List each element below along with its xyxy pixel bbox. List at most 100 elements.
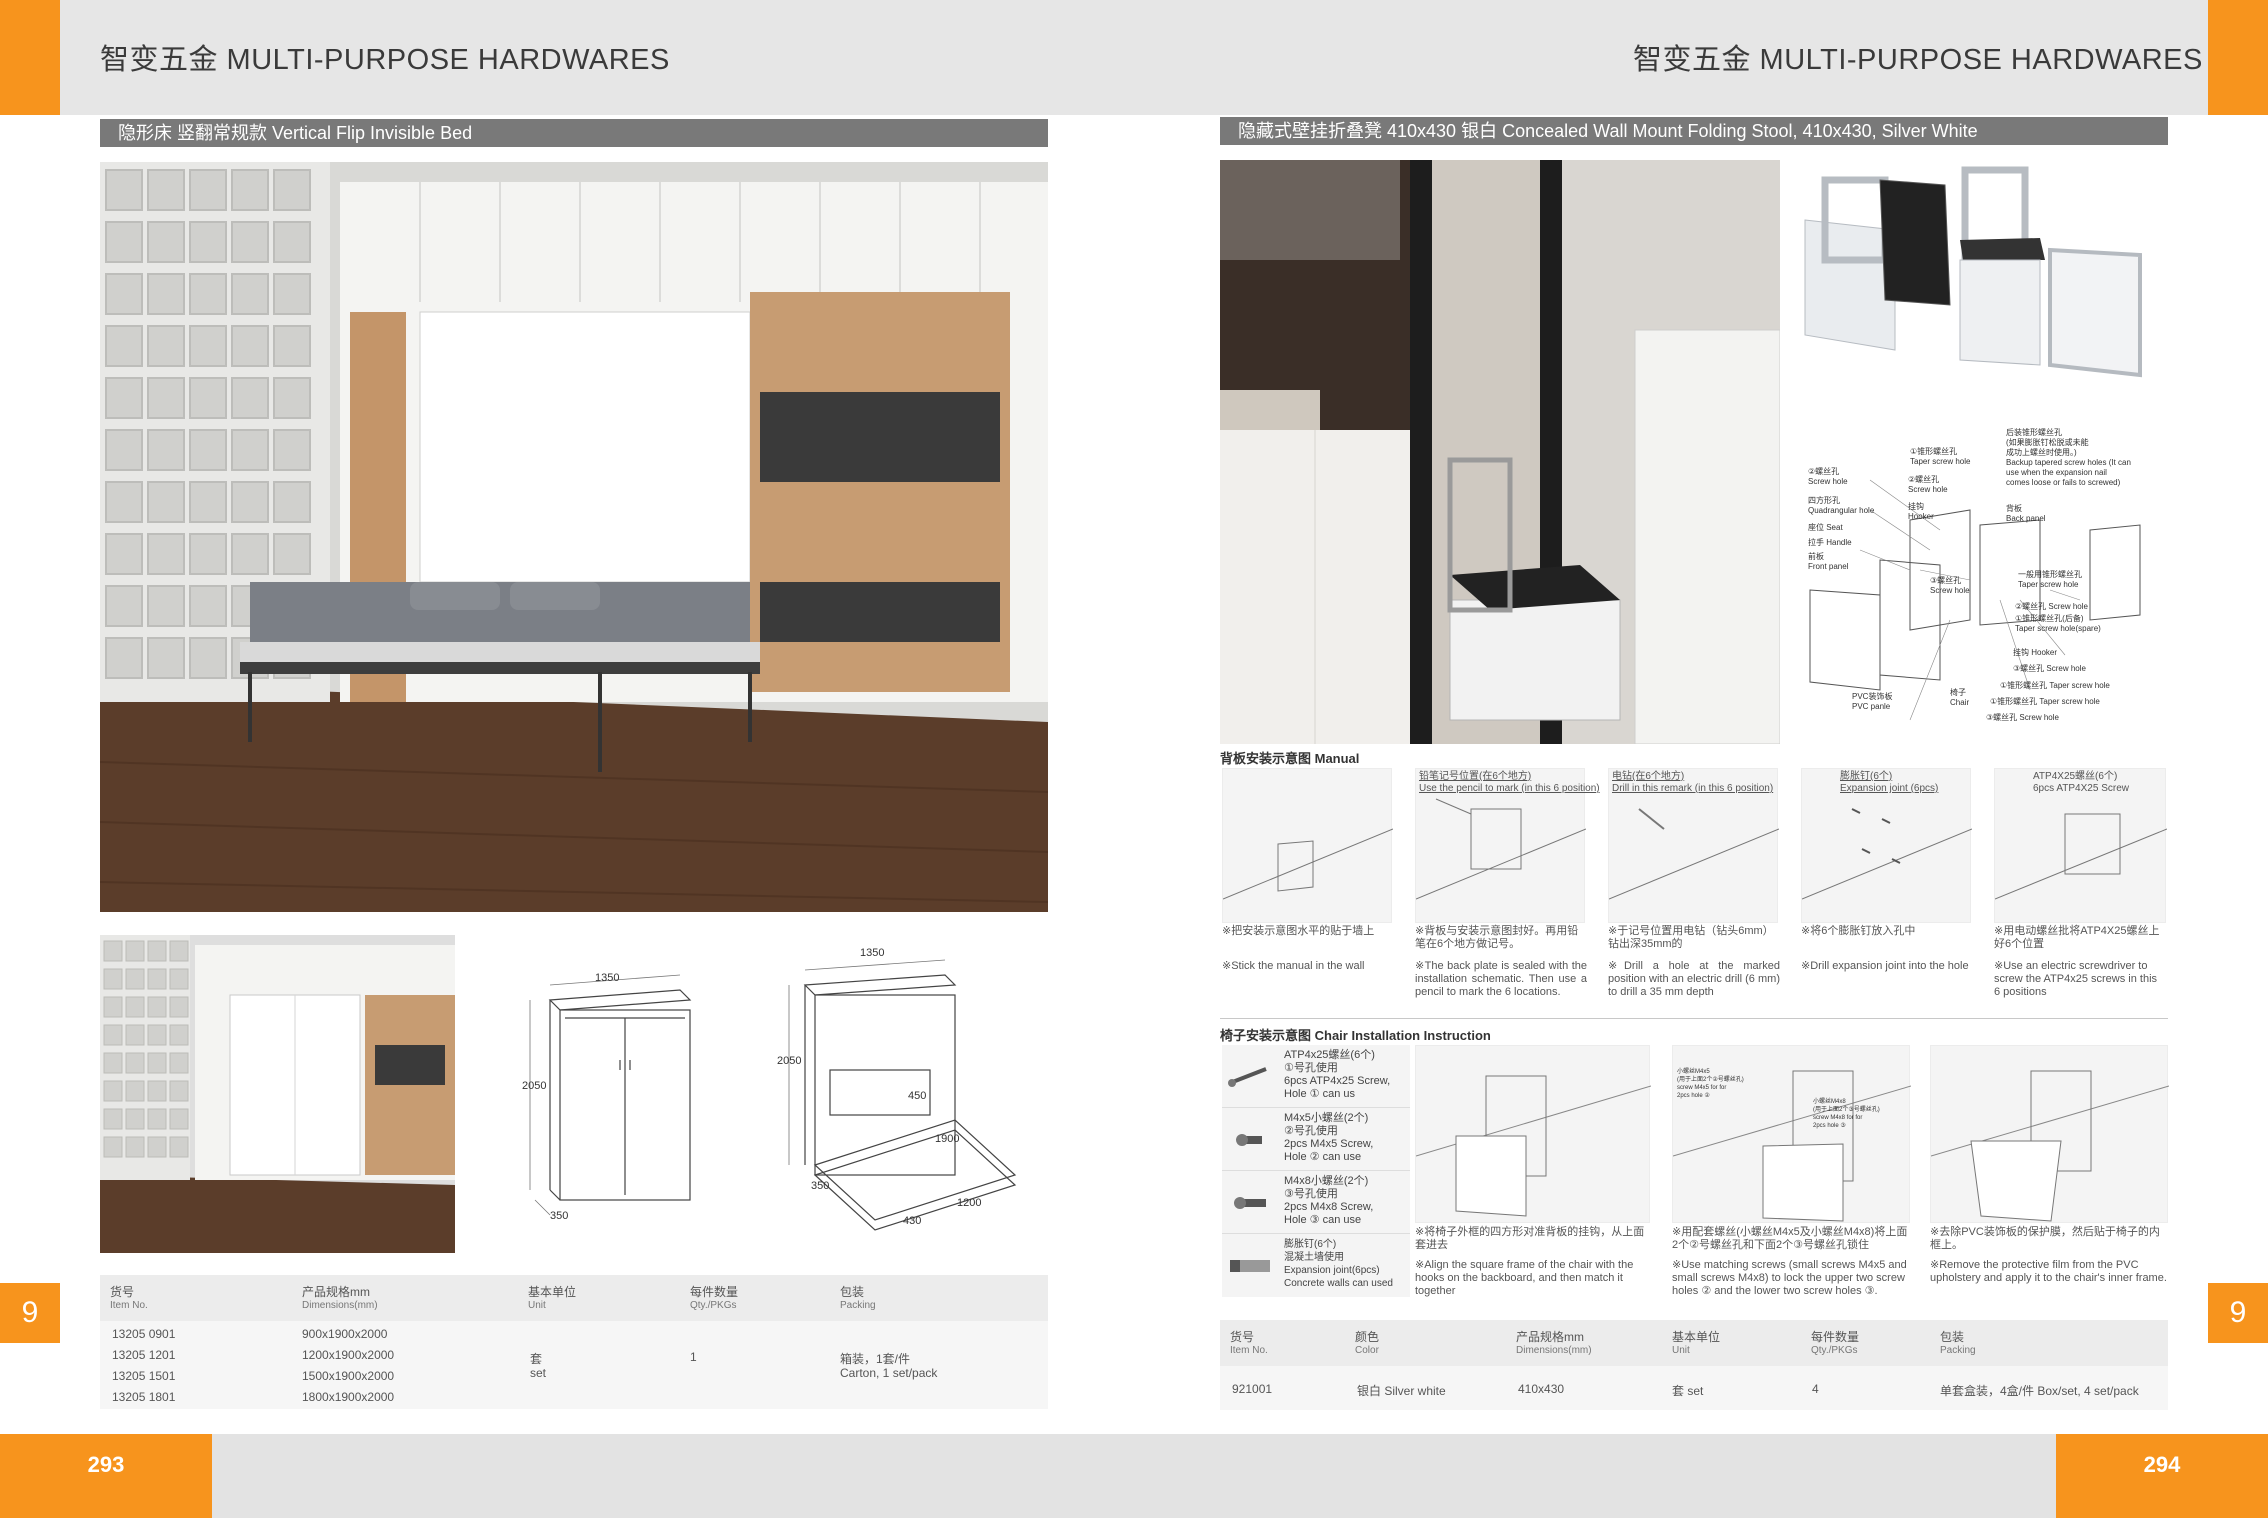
manual-step-3-top: 电钻(在6个地方) Drill in this remark (in this … [1612, 771, 1774, 794]
label-taper-1b: ①锥形螺丝孔 Taper screw hole [1990, 697, 2100, 706]
closed-height-label: 2050 [522, 1080, 547, 1092]
open-width-label: 1350 [860, 947, 885, 959]
chair-step-2-note-2: 小螺丝M4x8 (用于上面2个③号螺丝孔) screw M4x8 for for… [1813, 1099, 1880, 1129]
header-title-left: 智变五金 MULTI-PURPOSE HARDWARES [100, 44, 670, 76]
manual-step-2-image: 铅笔记号位置(在6个地方) Use the pencil to mark (in… [1415, 768, 1600, 923]
manual-step-4-cn: ※将6个膨胀钉放入孔中 [1801, 925, 1916, 937]
col-qty: 每件数量 Qty./PKGs [690, 1285, 739, 1311]
stool-exploded-diagram: ①锥形螺丝孔 Taper screw hole 后装锥形螺丝孔 (如果膨胀钉松脱… [1800, 420, 2168, 730]
label-screw-hole-2b: ②螺丝孔 Screw hole [1908, 475, 1948, 494]
chair-step-1-cn: ※将椅子外框的四方形对准背板的挂钩，从上面套进去 [1415, 1226, 1645, 1251]
right-section-title: 隐藏式壁挂折叠凳 410x430 银白 Concealed Wall Mount… [1220, 117, 2168, 145]
label-taper-spare: ①锥形螺丝孔(后备) Taper screw hole(spare) [2015, 614, 2101, 633]
left-corner-tab [0, 0, 60, 115]
screw-row: M4x8小螺丝(2个) ③号孔使用 2pcs M4x8 Screw, Hole … [1222, 1171, 1410, 1234]
manual-step-1-image [1222, 768, 1394, 923]
manual-title: 背板安装示意图 Manual [1220, 751, 1360, 766]
screw-row: M4x5小螺丝(2个) ②号孔使用 2pcs M4x5 Screw, Hole … [1222, 1108, 1410, 1171]
label-screw-hole-3b: ③螺丝孔 Screw hole [2013, 664, 2086, 673]
table-row-dim: 900x1900x2000 [302, 1327, 388, 1341]
manual-step-2-en: ※The back plate is sealed with the insta… [1415, 960, 1587, 998]
chair-step-2-cn: ※用配套螺丝(小螺丝M4x5及小螺丝M4x8)将上面2个②号螺丝孔和下面2个③号… [1672, 1226, 1908, 1251]
left-page-number: 293 [0, 1434, 212, 1518]
table-row-packing: 单套盒装，4盒/件 Box/set, 4 set/pack [1940, 1384, 2139, 1398]
table-row-item: 13205 1501 [112, 1369, 176, 1383]
right-table-header: 货号 Item No. 颜色 Color 产品规格mm Dimensions(mm) … [1220, 1320, 2168, 1366]
col-color: 颜色 Color [1355, 1330, 1380, 1356]
col-unit: 基本单位 Unit [528, 1285, 577, 1311]
label-quad-hole: 四方形孔 Quadrangular hole [1808, 496, 1875, 515]
manual-step-4-top: 膨胀钉(6个) Expansion joint (6pcs) [1840, 771, 1939, 794]
label-chair: 椅子 Chair [1950, 688, 1970, 707]
packing-en: Carton, 1 set/pack [840, 1366, 938, 1380]
bed-open-dimension-drawing: 1350 2050 450 1900 350 1200 430 [775, 945, 1035, 1235]
screw-row: ATP4x25螺丝(6个) ①号孔使用 6pcs ATP4x25 Screw, … [1222, 1045, 1410, 1108]
manual-step-5-en: ※Use an electric screwdriver to screw th… [1994, 960, 2158, 998]
table-row-color: 银白 Silver white [1357, 1384, 1446, 1398]
table-row-dim: 1500x1900x2000 [302, 1369, 395, 1383]
stool-product-render [1785, 160, 2168, 385]
label-pvc: PVC装饰板 PVC panle [1852, 692, 1893, 711]
col-unit: 基本单位 Unit [1672, 1330, 1721, 1356]
col-dim: 产品规格mm Dimensions(mm) [302, 1285, 378, 1311]
table-row-item: 13205 0901 [112, 1327, 176, 1341]
label-backup-taper: 后装锥形螺丝孔 (如果膨胀钉松脱或未能 成功上螺丝时使用。) Backup ta… [2006, 428, 2131, 487]
col-dim: 产品规格mm Dimensions(mm) [1516, 1330, 1592, 1356]
label-handle: 拉手 Handle [1808, 538, 1852, 547]
chair-step-1-en: ※Align the square frame of the chair wit… [1415, 1259, 1634, 1297]
table-row-item: 13205 1201 [112, 1348, 176, 1362]
closed-depth-label: 350 [550, 1210, 569, 1222]
label-normal-taper: 一般用锥形螺丝孔 Taper screw hole [2018, 570, 2082, 589]
manual-step-1-en: ※Stick the manual in the wall [1222, 960, 1365, 972]
left-section-title: 隐形床 竖翻常规款 Vertical Flip Invisible Bed [100, 119, 1048, 147]
screw-m4x5-text: M4x5小螺丝(2个) ②号孔使用 2pcs M4x5 Screw, Hole … [1284, 1112, 1374, 1163]
chair-step-2-note-1: 小螺丝M4x5 (用于上面2个②号螺丝孔) screw M4x5 for for… [1677, 1069, 1744, 1099]
manual-step-1-cn: ※把安装示意图水平的贴于墙上 [1222, 925, 1375, 937]
open-bed-width-label: 1200 [957, 1197, 982, 1209]
manual-step-3-image: 电钻(在6个地方) Drill in this remark (in this … [1608, 768, 1780, 923]
table-row-item: 921001 [1232, 1382, 1273, 1396]
unit-en: set [530, 1366, 547, 1380]
table-row-qty: 4 [1812, 1382, 1819, 1396]
chair-step-1-image [1415, 1045, 1652, 1223]
chair-step-2-image: 小螺丝M4x5 (用于上面2个②号螺丝孔) screw M4x5 for for… [1672, 1045, 1912, 1223]
chair-step-3-en: ※Remove the protective film from the PVC… [1930, 1259, 2167, 1284]
closed-width-label: 1350 [595, 972, 620, 984]
manual-step-5-image: ATP4X25螺丝(6个) 6pcs ATP4X25 Screw [1994, 768, 2168, 923]
manual-step-4-image: 膨胀钉(6个) Expansion joint (6pcs) [1801, 768, 1973, 923]
table-row-unit: 套 set [1672, 1384, 1704, 1398]
bed-closed-photo [100, 935, 455, 1253]
chair-step-2-en: ※Use matching screws (small screws M4x5 … [1672, 1259, 1907, 1297]
open-bed-length-label: 1900 [935, 1133, 960, 1145]
open-bed-height-label: 450 [908, 1090, 927, 1102]
manual-step-2-cn: ※背板与安装示意图封好。再用铅笔在6个地方做记号。 [1415, 925, 1579, 950]
col-qty: 每件数量 Qty./PKGs [1811, 1330, 1860, 1356]
bed-closed-dimension-drawing: 1350 2050 350 [510, 960, 710, 1230]
label-screw-hole-3c: ③螺丝孔 Screw hole [1986, 713, 2059, 722]
col-packing: 包装 Packing [840, 1285, 876, 1311]
manual-step-5-cn: ※用电动螺丝批将ATP4X25螺丝上好6个位置 [1994, 925, 2160, 950]
label-hooker2: 挂钩 Hooker [2013, 648, 2058, 657]
open-height-label: 2050 [777, 1055, 802, 1067]
chair-install-title: 椅子安装示意图 Chair Installation Instruction [1220, 1028, 1491, 1043]
label-screw-hole-3: ③螺丝孔 Screw hole [1930, 576, 1970, 595]
label-taper-1: ①锥形螺丝孔 Taper screw hole [2000, 681, 2110, 690]
unit-cn: 套 [530, 1352, 543, 1366]
open-depth2-label: 430 [903, 1215, 922, 1227]
chair-step-3-cn: ※去除PVC装饰板的保护膜，然后贴于椅子的内框上。 [1930, 1226, 2160, 1251]
label-seat: 座位 Seat [1808, 523, 1843, 532]
screw-list: ATP4x25螺丝(6个) ①号孔使用 6pcs ATP4x25 Screw, … [1222, 1045, 1410, 1297]
right-table-body: 921001 银白 Silver white 410x430 套 set 4 单… [1220, 1366, 2168, 1410]
left-table-header: 货号 Item No. 产品规格mm Dimensions(mm) 基本单位 Unit… [100, 1275, 1048, 1321]
screw-m4x8-text: M4x8小螺丝(2个) ③号孔使用 2pcs M4x8 Screw, Hole … [1284, 1175, 1374, 1226]
table-row-dim: 410x430 [1518, 1382, 1565, 1396]
footer-band [0, 1434, 2268, 1518]
manual-step-3-en: ※Drill a hole at the marked position wit… [1608, 960, 1780, 998]
col-item: 货号 Item No. [1230, 1330, 1268, 1356]
right-page-number: 294 [2056, 1434, 2268, 1518]
left-table-body: 13205 0901 900x1900x2000 13205 1201 1200… [100, 1321, 1048, 1409]
qty-value: 1 [690, 1350, 697, 1364]
left-side-page-tab: 9 [0, 1283, 60, 1343]
chair-step-3-image [1930, 1045, 2170, 1223]
table-row-item: 13205 1801 [112, 1390, 176, 1404]
